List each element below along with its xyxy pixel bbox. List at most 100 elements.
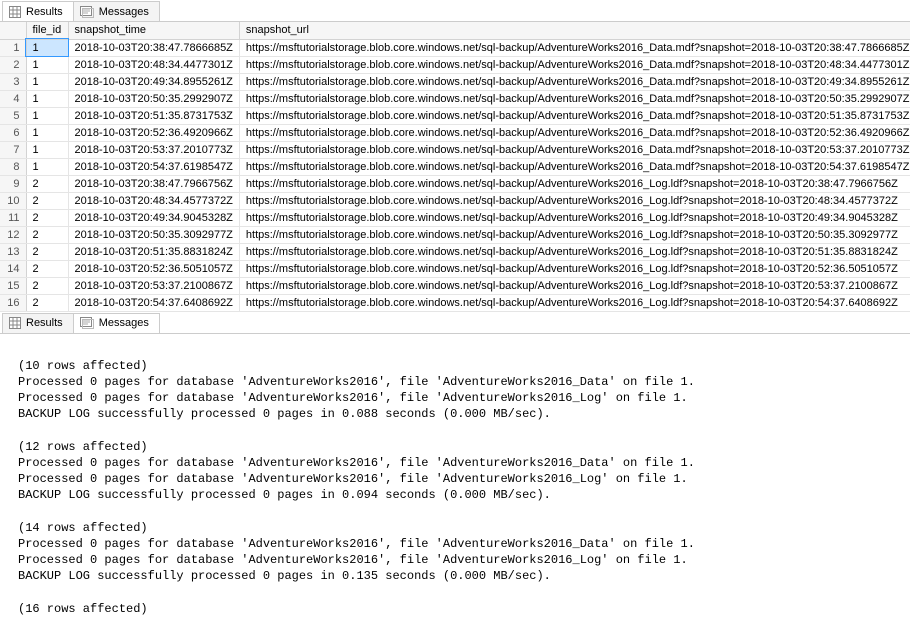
cell-file-id[interactable]: 2 [26, 260, 68, 277]
cell-file-id[interactable]: 2 [26, 209, 68, 226]
grid-icon [9, 317, 21, 329]
cell-snapshot-url[interactable]: https://msftutorialstorage.blob.core.win… [239, 192, 910, 209]
cell-file-id[interactable]: 1 [26, 56, 68, 73]
cell-file-id[interactable]: 2 [26, 243, 68, 260]
row-number[interactable]: 2 [0, 56, 26, 73]
tab-messages-bottom[interactable]: Messages [73, 313, 160, 333]
grid-corner[interactable] [0, 22, 26, 39]
row-number[interactable]: 4 [0, 90, 26, 107]
row-number[interactable]: 1 [0, 39, 26, 56]
messages-icon [80, 6, 94, 18]
table-row[interactable]: 922018-10-03T20:38:47.7966756Zhttps://ms… [0, 175, 910, 192]
row-number[interactable]: 5 [0, 107, 26, 124]
messages-pane-tabbar: Results Messages [0, 312, 910, 334]
table-row[interactable]: 612018-10-03T20:52:36.4920966Zhttps://ms… [0, 124, 910, 141]
table-row[interactable]: 512018-10-03T20:51:35.8731753Zhttps://ms… [0, 107, 910, 124]
row-number[interactable]: 10 [0, 192, 26, 209]
tab-messages-bottom-label: Messages [99, 317, 149, 329]
table-row[interactable]: 412018-10-03T20:50:35.2992907Zhttps://ms… [0, 90, 910, 107]
cell-file-id[interactable]: 2 [26, 175, 68, 192]
row-number[interactable]: 3 [0, 73, 26, 90]
cell-snapshot-time[interactable]: 2018-10-03T20:52:36.4920966Z [68, 124, 239, 141]
cell-file-id[interactable]: 2 [26, 277, 68, 294]
cell-snapshot-time[interactable]: 2018-10-03T20:54:37.6198547Z [68, 158, 239, 175]
tab-messages[interactable]: Messages [73, 1, 160, 21]
cell-file-id[interactable]: 2 [26, 192, 68, 209]
cell-file-id[interactable]: 1 [26, 90, 68, 107]
table-row[interactable]: 1022018-10-03T20:48:34.4577372Zhttps://m… [0, 192, 910, 209]
cell-snapshot-url[interactable]: https://msftutorialstorage.blob.core.win… [239, 107, 910, 124]
table-row[interactable]: 112018-10-03T20:38:47.7866685Zhttps://ms… [0, 39, 910, 56]
row-number[interactable]: 16 [0, 294, 26, 311]
cell-snapshot-url[interactable]: https://msftutorialstorage.blob.core.win… [239, 39, 910, 56]
cell-snapshot-time[interactable]: 2018-10-03T20:51:35.8831824Z [68, 243, 239, 260]
messages-output[interactable]: (10 rows affected) Processed 0 pages for… [0, 334, 910, 625]
results-grid[interactable]: file_id snapshot_time snapshot_url 11201… [0, 22, 910, 312]
tab-messages-label: Messages [99, 6, 149, 18]
messages-icon [80, 317, 94, 329]
row-number[interactable]: 11 [0, 209, 26, 226]
cell-snapshot-url[interactable]: https://msftutorialstorage.blob.core.win… [239, 243, 910, 260]
cell-snapshot-url[interactable]: https://msftutorialstorage.blob.core.win… [239, 73, 910, 90]
cell-snapshot-url[interactable]: https://msftutorialstorage.blob.core.win… [239, 158, 910, 175]
cell-file-id[interactable]: 1 [26, 107, 68, 124]
cell-file-id[interactable]: 1 [26, 73, 68, 90]
cell-file-id[interactable]: 1 [26, 141, 68, 158]
tab-results[interactable]: Results [2, 1, 74, 21]
table-row[interactable]: 812018-10-03T20:54:37.6198547Zhttps://ms… [0, 158, 910, 175]
cell-file-id[interactable]: 2 [26, 294, 68, 311]
table-row[interactable]: 1322018-10-03T20:51:35.8831824Zhttps://m… [0, 243, 910, 260]
cell-file-id[interactable]: 1 [26, 124, 68, 141]
cell-file-id[interactable]: 1 [26, 39, 68, 56]
table-row[interactable]: 1122018-10-03T20:49:34.9045328Zhttps://m… [0, 209, 910, 226]
cell-snapshot-time[interactable]: 2018-10-03T20:49:34.8955261Z [68, 73, 239, 90]
cell-snapshot-url[interactable]: https://msftutorialstorage.blob.core.win… [239, 294, 910, 311]
row-number[interactable]: 12 [0, 226, 26, 243]
table-row[interactable]: 1522018-10-03T20:53:37.2100867Zhttps://m… [0, 277, 910, 294]
grid-header-row: file_id snapshot_time snapshot_url [0, 22, 910, 39]
cell-snapshot-url[interactable]: https://msftutorialstorage.blob.core.win… [239, 124, 910, 141]
tab-results-label: Results [26, 6, 63, 18]
cell-snapshot-time[interactable]: 2018-10-03T20:53:37.2100867Z [68, 277, 239, 294]
cell-snapshot-url[interactable]: https://msftutorialstorage.blob.core.win… [239, 260, 910, 277]
table-row[interactable]: 1622018-10-03T20:54:37.6408692Zhttps://m… [0, 294, 910, 311]
cell-snapshot-time[interactable]: 2018-10-03T20:38:47.7966756Z [68, 175, 239, 192]
cell-snapshot-time[interactable]: 2018-10-03T20:49:34.9045328Z [68, 209, 239, 226]
cell-snapshot-url[interactable]: https://msftutorialstorage.blob.core.win… [239, 209, 910, 226]
cell-snapshot-url[interactable]: https://msftutorialstorage.blob.core.win… [239, 141, 910, 158]
cell-snapshot-time[interactable]: 2018-10-03T20:54:37.6408692Z [68, 294, 239, 311]
table-row[interactable]: 312018-10-03T20:49:34.8955261Zhttps://ms… [0, 73, 910, 90]
table-row[interactable]: 712018-10-03T20:53:37.2010773Zhttps://ms… [0, 141, 910, 158]
grid-icon [9, 6, 21, 18]
tab-results-bottom[interactable]: Results [2, 313, 74, 333]
row-number[interactable]: 6 [0, 124, 26, 141]
row-number[interactable]: 7 [0, 141, 26, 158]
cell-file-id[interactable]: 2 [26, 226, 68, 243]
row-number[interactable]: 15 [0, 277, 26, 294]
table-row[interactable]: 1422018-10-03T20:52:36.5051057Zhttps://m… [0, 260, 910, 277]
tab-results-bottom-label: Results [26, 317, 63, 329]
cell-snapshot-url[interactable]: https://msftutorialstorage.blob.core.win… [239, 277, 910, 294]
row-number[interactable]: 13 [0, 243, 26, 260]
cell-snapshot-time[interactable]: 2018-10-03T20:38:47.7866685Z [68, 39, 239, 56]
row-number[interactable]: 8 [0, 158, 26, 175]
cell-snapshot-time[interactable]: 2018-10-03T20:48:34.4477301Z [68, 56, 239, 73]
col-header-file-id[interactable]: file_id [26, 22, 68, 39]
col-header-snapshot-time[interactable]: snapshot_time [68, 22, 239, 39]
col-header-snapshot-url[interactable]: snapshot_url [239, 22, 910, 39]
table-row[interactable]: 212018-10-03T20:48:34.4477301Zhttps://ms… [0, 56, 910, 73]
table-row[interactable]: 1222018-10-03T20:50:35.3092977Zhttps://m… [0, 226, 910, 243]
row-number[interactable]: 9 [0, 175, 26, 192]
cell-snapshot-time[interactable]: 2018-10-03T20:48:34.4577372Z [68, 192, 239, 209]
cell-snapshot-url[interactable]: https://msftutorialstorage.blob.core.win… [239, 175, 910, 192]
cell-snapshot-url[interactable]: https://msftutorialstorage.blob.core.win… [239, 90, 910, 107]
row-number[interactable]: 14 [0, 260, 26, 277]
cell-snapshot-time[interactable]: 2018-10-03T20:50:35.3092977Z [68, 226, 239, 243]
cell-snapshot-time[interactable]: 2018-10-03T20:51:35.8731753Z [68, 107, 239, 124]
cell-snapshot-time[interactable]: 2018-10-03T20:50:35.2992907Z [68, 90, 239, 107]
cell-snapshot-time[interactable]: 2018-10-03T20:53:37.2010773Z [68, 141, 239, 158]
cell-snapshot-url[interactable]: https://msftutorialstorage.blob.core.win… [239, 56, 910, 73]
cell-snapshot-time[interactable]: 2018-10-03T20:52:36.5051057Z [68, 260, 239, 277]
cell-snapshot-url[interactable]: https://msftutorialstorage.blob.core.win… [239, 226, 910, 243]
cell-file-id[interactable]: 1 [26, 158, 68, 175]
